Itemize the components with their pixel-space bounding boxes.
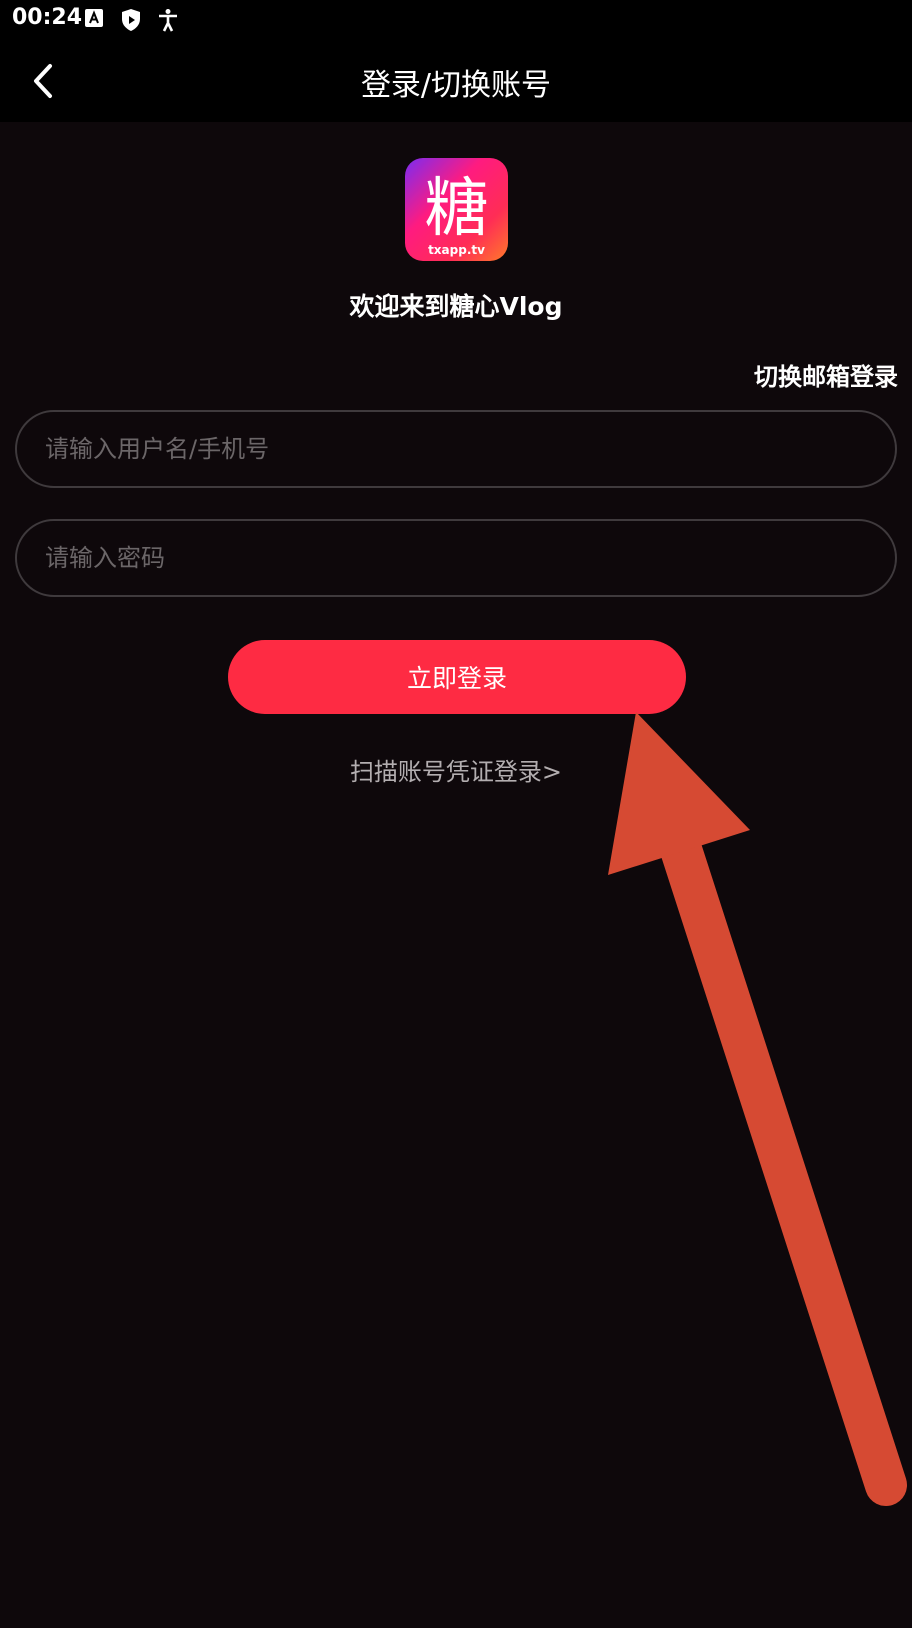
username-input[interactable] (15, 410, 897, 488)
scan-credential-login-link[interactable]: 扫描账号凭证登录> (0, 752, 912, 787)
switch-email-login-link[interactable]: 切换邮箱登录 (754, 357, 898, 392)
font-a-icon (85, 9, 103, 27)
shield-play-icon (122, 9, 140, 31)
password-input[interactable] (15, 519, 897, 597)
page-title: 登录/切换账号 (360, 68, 552, 103)
app-bar: 登录/切换账号 (0, 40, 912, 122)
welcome-text: 欢迎来到糖心Vlog (349, 292, 563, 321)
status-time: 00:24 (12, 5, 83, 30)
login-button[interactable]: 立即登录 (228, 640, 686, 714)
app-logo: 糖 txapp.tv (405, 158, 508, 261)
logo-glyph: 糖 (425, 172, 489, 246)
status-bar: 00:24 (0, 0, 912, 40)
accessibility-icon (159, 9, 177, 32)
logo-caption: txapp.tv (428, 243, 485, 257)
